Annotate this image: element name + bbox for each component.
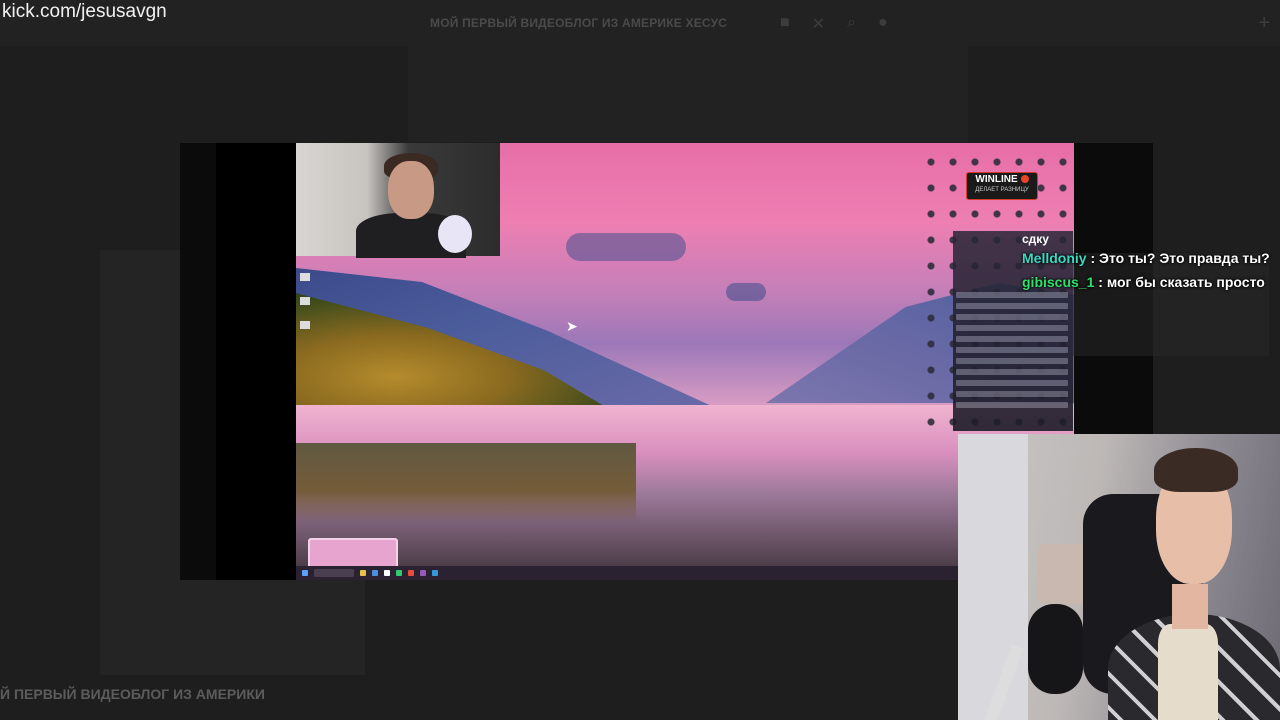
chat-partial-line: сдку	[1022, 232, 1049, 246]
chat-message: gibiscus_1 : мог бы сказать просто	[1022, 270, 1272, 294]
app-icon[interactable]	[408, 570, 414, 576]
mouse-cursor-icon: ➤	[566, 318, 578, 334]
neck	[1172, 584, 1208, 629]
plus-icon[interactable]: +	[1258, 12, 1270, 35]
cloud	[726, 283, 766, 301]
frame-left-bar	[216, 143, 296, 580]
folder-icon[interactable]	[360, 570, 366, 576]
inner-facecam	[296, 143, 500, 258]
app-icon[interactable]	[372, 570, 378, 576]
app-icon[interactable]	[420, 570, 426, 576]
lake-reflection	[296, 443, 636, 523]
stream-chat-lines	[956, 292, 1068, 413]
inner-facecam-head	[388, 161, 434, 219]
background-header-panel	[408, 46, 968, 142]
streamer-facecam	[958, 434, 1280, 720]
microphone	[1028, 604, 1083, 694]
stream-url: kick.com/jesusavgn	[2, 1, 167, 22]
cloud	[566, 233, 686, 261]
sponsor-badge: WINLINE ДЕЛАЕТ РАЗНИЦУ	[966, 172, 1038, 200]
chat-text: : Это ты? Это правда ты?	[1090, 250, 1270, 266]
chat-username: gibiscus_1	[1022, 274, 1095, 290]
background-bottom-title: Й ПЕРВЫЙ ВИДЕОБЛОГ ИЗ АМЕРИКИ	[0, 686, 265, 702]
chat-text: : мог бы сказать просто	[1098, 274, 1265, 290]
record-dot-icon	[1020, 175, 1029, 184]
streamer-hair	[1154, 448, 1238, 492]
background-icon-bar: ■ ✕ ⌕ ●	[780, 14, 888, 34]
mic-icon[interactable]: ●	[878, 14, 888, 34]
chat-overlay: сдку Melldoniy : Это ты? Это правда ты? …	[1022, 232, 1272, 294]
background-video-title: МОЙ ПЕРВЫЙ ВИДЕОБЛОГ ИЗ АМЕРИКЕ ХЕСУС	[430, 16, 728, 30]
spotify-icon[interactable]	[396, 570, 402, 576]
desktop-icons-left	[300, 273, 310, 345]
telegram-icon[interactable]	[432, 570, 438, 576]
facecam-window	[958, 434, 1028, 720]
cam-icon[interactable]: ■	[780, 14, 790, 34]
desktop-icon[interactable]	[300, 321, 310, 329]
chat-message: Melldoniy : Это ты? Это правда ты?	[1022, 246, 1272, 270]
desktop-icon[interactable]	[300, 297, 310, 305]
sponsor-brand: WINLINE	[975, 174, 1018, 185]
sponsor-tagline: ДЕЛАЕТ РАЗНИЦУ	[975, 187, 1029, 193]
close-icon[interactable]: ✕	[812, 14, 825, 34]
chrome-icon[interactable]	[384, 570, 390, 576]
search-icon[interactable]: ⌕	[847, 14, 856, 34]
shirt	[1158, 624, 1218, 720]
taskbar-search[interactable]	[314, 569, 354, 577]
plush-toy	[438, 215, 472, 253]
chat-username: Melldoniy	[1022, 250, 1087, 266]
desktop-icon[interactable]	[300, 273, 310, 281]
start-icon[interactable]	[302, 570, 308, 576]
